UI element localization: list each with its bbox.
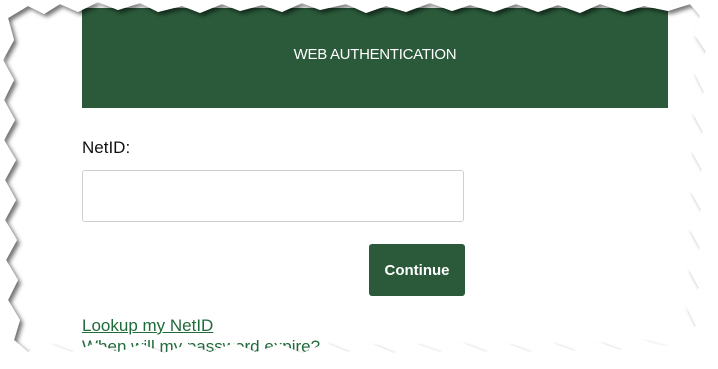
screenshot-stage: WEB AUTHENTICATION NetID: Continue Looku… [0, 0, 718, 369]
password-expire-link[interactable]: When will my password expire? [82, 336, 320, 357]
netid-input[interactable] [82, 170, 464, 222]
header-bar: WEB AUTHENTICATION [82, 8, 668, 108]
lookup-netid-link[interactable]: Lookup my NetID [82, 315, 320, 336]
netid-label: NetID: [82, 138, 131, 157]
login-page: WEB AUTHENTICATION NetID: Continue Looku… [0, 0, 718, 369]
page-title: WEB AUTHENTICATION [293, 45, 457, 63]
continue-button[interactable]: Continue [369, 244, 465, 296]
help-links: Lookup my NetID When will my password ex… [82, 315, 320, 357]
